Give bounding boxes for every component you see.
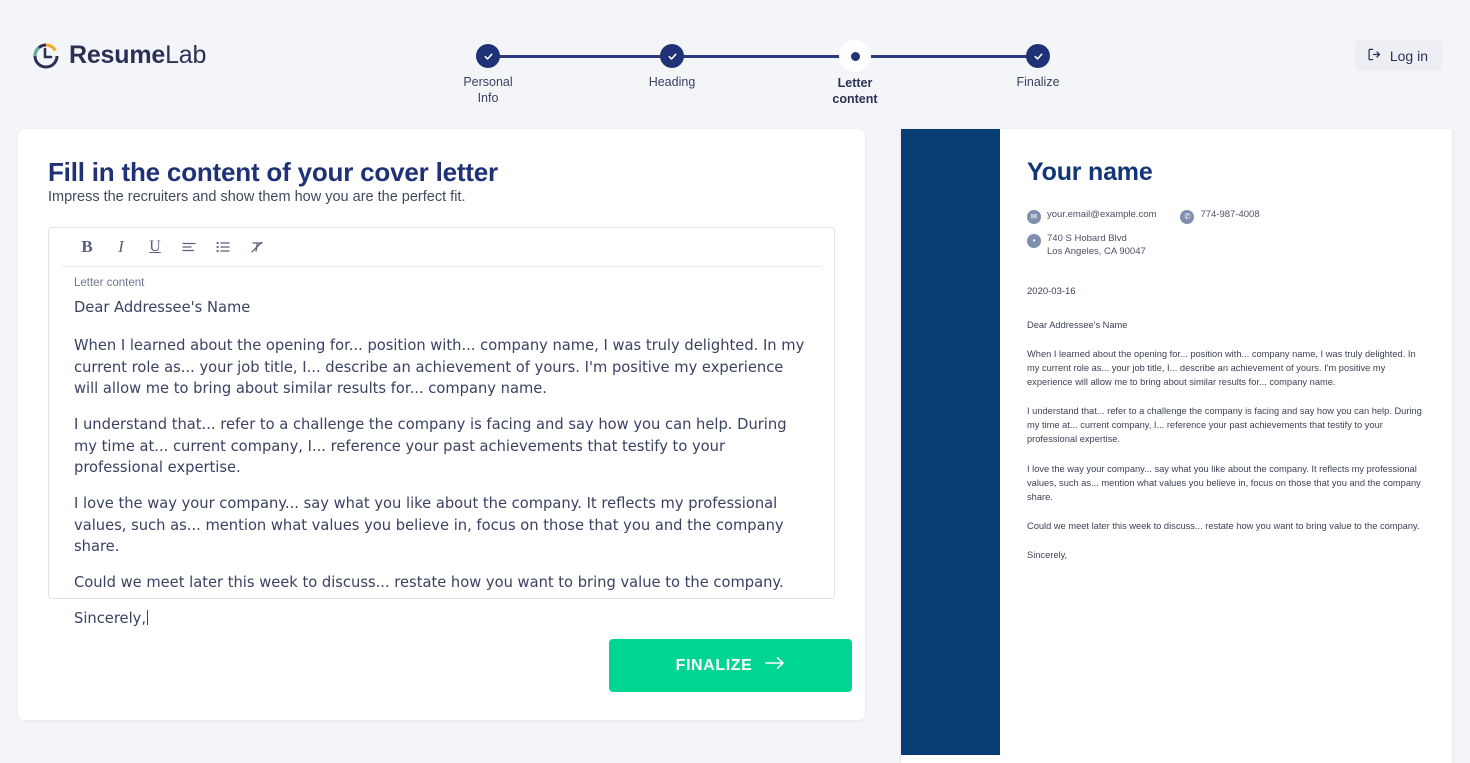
preview-phone: ✆ 774-987-4008 bbox=[1180, 209, 1260, 224]
brand-name: ResumeLab bbox=[69, 41, 206, 70]
letter-editor[interactable]: B I U Letter content Dear Addressee's Na… bbox=[48, 227, 835, 627]
underline-icon[interactable]: U bbox=[142, 234, 168, 260]
step-label-line2: content bbox=[832, 91, 878, 106]
letter-content-text[interactable]: Dear Addressee's Name When I learned abo… bbox=[74, 297, 809, 630]
map-pin-icon: • bbox=[1027, 234, 1041, 248]
check-icon bbox=[476, 44, 500, 68]
brand-name-light: Lab bbox=[165, 41, 207, 69]
align-left-icon[interactable] bbox=[176, 234, 202, 260]
preview-phone-text: 774-987-4008 bbox=[1200, 209, 1260, 220]
cover-letter-preview[interactable]: Your name ✉ your.email@example.com ✆ 774… bbox=[901, 129, 1452, 763]
step-label-line1: Letter bbox=[837, 76, 873, 90]
italic-icon[interactable]: I bbox=[108, 234, 134, 260]
preview-address-line2: Los Angeles, CA 90047 bbox=[1047, 245, 1146, 257]
letter-salutation: Dear Addressee's Name bbox=[74, 299, 251, 316]
editor-toolbar: B I U bbox=[62, 228, 821, 267]
step-finalize[interactable]: Finalize bbox=[978, 44, 1098, 89]
preview-email-text: your.email@example.com bbox=[1047, 209, 1157, 220]
page-subtitle: Impress the recruiters and show them how… bbox=[48, 189, 466, 205]
step-heading[interactable]: Heading bbox=[612, 44, 732, 89]
app-header: ResumeLab Personal Info Heading Letter c… bbox=[0, 0, 1470, 110]
cover-letter-form-card: Fill in the content of your cover letter… bbox=[18, 129, 865, 720]
preview-contact-row: ✉ your.email@example.com ✆ 774-987-4008 bbox=[1027, 209, 1434, 224]
preview-letter-body: Dear Addressee's Name When I learned abo… bbox=[1027, 318, 1427, 563]
dot-icon bbox=[842, 43, 868, 69]
finalize-button[interactable]: FINALIZE bbox=[609, 639, 852, 692]
preview-sidebar-accent bbox=[901, 129, 1000, 755]
preview-email: ✉ your.email@example.com bbox=[1027, 209, 1156, 224]
preview-paragraph: I love the way your company... say what … bbox=[1027, 463, 1421, 502]
brand-name-bold: Resume bbox=[69, 41, 166, 69]
step-label-line1: Finalize bbox=[1016, 75, 1060, 89]
check-icon bbox=[1026, 44, 1050, 68]
finalize-button-label: FINALIZE bbox=[675, 656, 753, 674]
arrow-right-icon bbox=[765, 656, 785, 675]
clear-formatting-icon[interactable] bbox=[244, 234, 270, 260]
page-title: Fill in the content of your cover letter bbox=[48, 157, 498, 187]
preview-name: Your name bbox=[1027, 158, 1153, 186]
step-personal-info[interactable]: Personal Info bbox=[428, 44, 548, 104]
login-arrow-icon bbox=[1367, 47, 1382, 65]
letter-paragraph: I understand that... refer to a challeng… bbox=[74, 416, 787, 476]
preview-paragraph: When I learned about the opening for... … bbox=[1027, 348, 1416, 387]
step-label: Letter content bbox=[795, 77, 915, 105]
text-cursor bbox=[147, 610, 149, 626]
preview-address-text: 740 S Hobard Blvd Los Angeles, CA 90047 bbox=[1047, 233, 1146, 259]
bold-icon[interactable]: B bbox=[74, 234, 100, 260]
preview-paragraph: Could we meet later this week to discuss… bbox=[1027, 520, 1420, 531]
preview-salutation: Dear Addressee's Name bbox=[1027, 319, 1128, 330]
envelope-icon: ✉ bbox=[1027, 210, 1041, 224]
brand-logo[interactable]: ResumeLab bbox=[32, 41, 206, 70]
preview-document: Your name ✉ your.email@example.com ✆ 774… bbox=[1027, 129, 1452, 763]
preview-date: 2020-03-16 bbox=[1027, 285, 1076, 297]
preview-paragraph: I understand that... refer to a challeng… bbox=[1027, 406, 1422, 445]
step-label: Heading bbox=[612, 76, 732, 89]
preview-address-row: • 740 S Hobard Blvd Los Angeles, CA 9004… bbox=[1027, 233, 1434, 259]
preview-address: • 740 S Hobard Blvd Los Angeles, CA 9004… bbox=[1027, 233, 1146, 259]
preview-address-line1: 740 S Hobard Blvd bbox=[1047, 233, 1127, 244]
preview-closing: Sincerely, bbox=[1027, 550, 1068, 560]
step-label-line1: Personal bbox=[463, 75, 513, 89]
login-button-label: Log in bbox=[1389, 47, 1428, 64]
check-icon bbox=[660, 44, 684, 68]
stepper-track bbox=[488, 55, 1032, 58]
letter-closing: Sincerely, bbox=[74, 610, 147, 628]
editor-field-label: Letter content bbox=[74, 277, 145, 289]
step-letter-content[interactable]: Letter content bbox=[795, 43, 915, 105]
resumelab-logo-icon bbox=[32, 42, 60, 70]
step-label: Finalize bbox=[978, 76, 1098, 89]
letter-paragraph: I love the way your company... say what … bbox=[74, 495, 784, 555]
login-button[interactable]: Log in bbox=[1354, 40, 1442, 71]
letter-paragraph: When I learned about the opening for... … bbox=[74, 337, 805, 397]
step-label-line1: Heading bbox=[648, 75, 696, 89]
step-label-line2: Info bbox=[477, 90, 499, 105]
letter-closing-line: Sincerely, bbox=[74, 608, 809, 629]
editor-body[interactable]: Letter content Dear Addressee's Name Whe… bbox=[49, 267, 834, 630]
step-label: Personal Info bbox=[428, 76, 548, 104]
phone-icon: ✆ bbox=[1180, 210, 1195, 224]
progress-stepper: Personal Info Heading Letter content Fin… bbox=[463, 43, 1060, 105]
letter-paragraph: Could we meet later this week to discuss… bbox=[74, 574, 784, 592]
bulleted-list-icon[interactable] bbox=[210, 234, 236, 260]
